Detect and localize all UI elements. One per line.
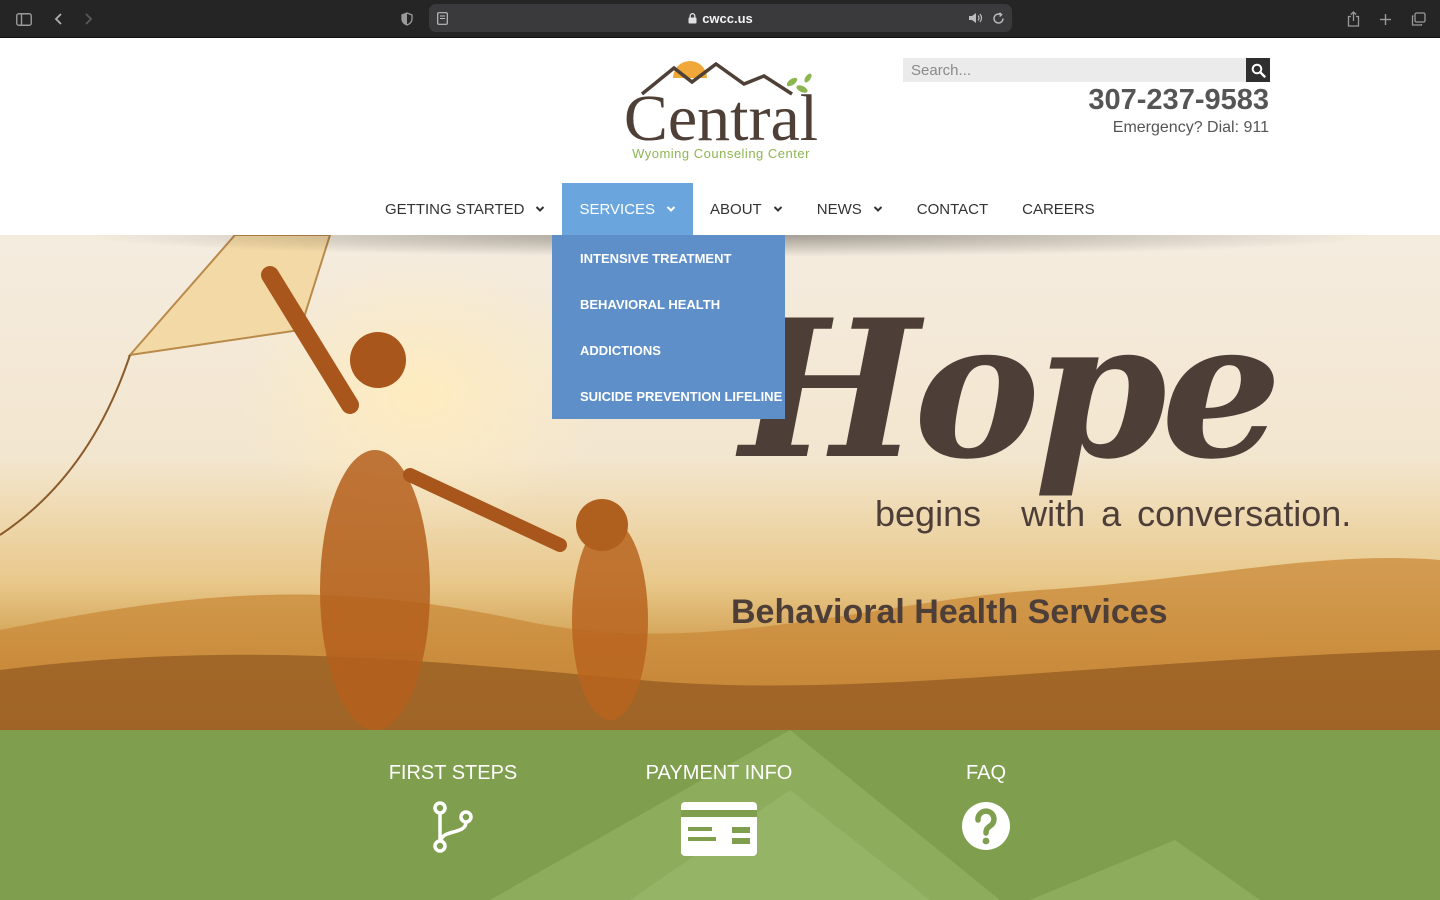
- feature-first-steps[interactable]: FIRST STEPS: [343, 762, 563, 853]
- share-icon[interactable]: [1342, 0, 1364, 38]
- hero-headline: Hope: [740, 278, 1282, 501]
- nav-label: CAREERS: [1022, 200, 1095, 218]
- nav-item-careers[interactable]: CAREERS: [1005, 183, 1112, 235]
- site-logo[interactable]: Central Wyoming Counseling Center: [616, 56, 826, 168]
- emergency-text: Emergency? Dial: 911: [1112, 119, 1269, 136]
- feature-faq[interactable]: FAQ: [876, 762, 1096, 851]
- new-tab-icon[interactable]: [1375, 0, 1395, 38]
- search-form: [903, 58, 1270, 82]
- nav-label: NEWS: [816, 200, 862, 218]
- tagline-left: begins: [875, 493, 982, 534]
- reload-icon[interactable]: [992, 4, 1005, 32]
- tagline-right: with a conversation.: [1021, 493, 1352, 534]
- features-band: FIRST STEPS PAYMENT INFO FAQ: [0, 730, 1440, 900]
- url-display[interactable]: cwcc.us: [429, 4, 1012, 32]
- nav-label: CONTACT: [916, 200, 989, 218]
- chevron-down-icon: [536, 206, 545, 212]
- address-bar[interactable]: cwcc.us: [429, 4, 1012, 32]
- hero-subheading: Behavioral Health Services: [731, 593, 1168, 631]
- logo-subtitle: Wyoming Counseling Center: [632, 146, 810, 161]
- feature-title: FAQ: [965, 762, 1006, 784]
- audio-icon[interactable]: [968, 4, 984, 32]
- lock-icon: [688, 12, 697, 23]
- logo-wordmark: Central: [623, 82, 819, 155]
- services-dropdown-menu: INTENSIVE TREATMENT BEHAVIORAL HEALTH AD…: [552, 235, 785, 419]
- nav-item-getting-started[interactable]: GETTING STARTED: [368, 183, 562, 235]
- credit-card-icon: [681, 802, 757, 856]
- nav-label: GETTING STARTED: [385, 200, 525, 218]
- privacy-shield-icon[interactable]: [397, 0, 417, 38]
- dropdown-item-addictions[interactable]: ADDICTIONS: [552, 327, 785, 373]
- nav-label: ABOUT: [710, 200, 762, 218]
- nav-item-contact[interactable]: CONTACT: [900, 183, 1005, 235]
- nav-item-services[interactable]: SERVICES: [562, 183, 694, 235]
- search-icon: [1251, 63, 1266, 78]
- tab-overview-icon[interactable]: [1407, 0, 1429, 38]
- chevron-down-icon: [666, 206, 676, 212]
- feature-title: FIRST STEPS: [388, 762, 518, 784]
- dropdown-item-suicide-prevention-lifeline[interactable]: SUICIDE PREVENTION LIFELINE: [552, 373, 785, 419]
- main-nav: GETTING STARTED SERVICES ABOUT NEWS CONT…: [368, 183, 1112, 235]
- url-text: cwcc.us: [702, 10, 753, 26]
- nav-label: SERVICES: [579, 200, 656, 218]
- search-input[interactable]: [903, 58, 1246, 82]
- chevron-down-icon: [773, 206, 782, 212]
- feature-title: PAYMENT INFO: [645, 762, 793, 784]
- dropdown-item-behavioral-health[interactable]: BEHAVIORAL HEALTH: [552, 281, 785, 327]
- chevron-down-icon: [873, 206, 882, 212]
- hero-tagline: begins with a conversation.: [875, 493, 1351, 535]
- nav-item-news[interactable]: NEWS: [800, 183, 900, 235]
- forward-icon[interactable]: [77, 0, 99, 38]
- site-header: Central Wyoming Counseling Center 307-23…: [0, 38, 1440, 235]
- nav-item-about[interactable]: ABOUT: [693, 183, 800, 235]
- back-icon[interactable]: [48, 0, 70, 38]
- sidebar-toggle-icon[interactable]: [10, 0, 38, 38]
- question-circle-icon: [962, 802, 1010, 850]
- branch-icon: [433, 801, 473, 853]
- phone-number[interactable]: 307-237-9583: [1088, 84, 1269, 117]
- browser-toolbar: cwcc.us: [0, 0, 1440, 38]
- feature-payment-info[interactable]: PAYMENT INFO: [609, 762, 829, 857]
- search-button[interactable]: [1246, 58, 1270, 82]
- dropdown-item-intensive-treatment[interactable]: INTENSIVE TREATMENT: [552, 235, 785, 281]
